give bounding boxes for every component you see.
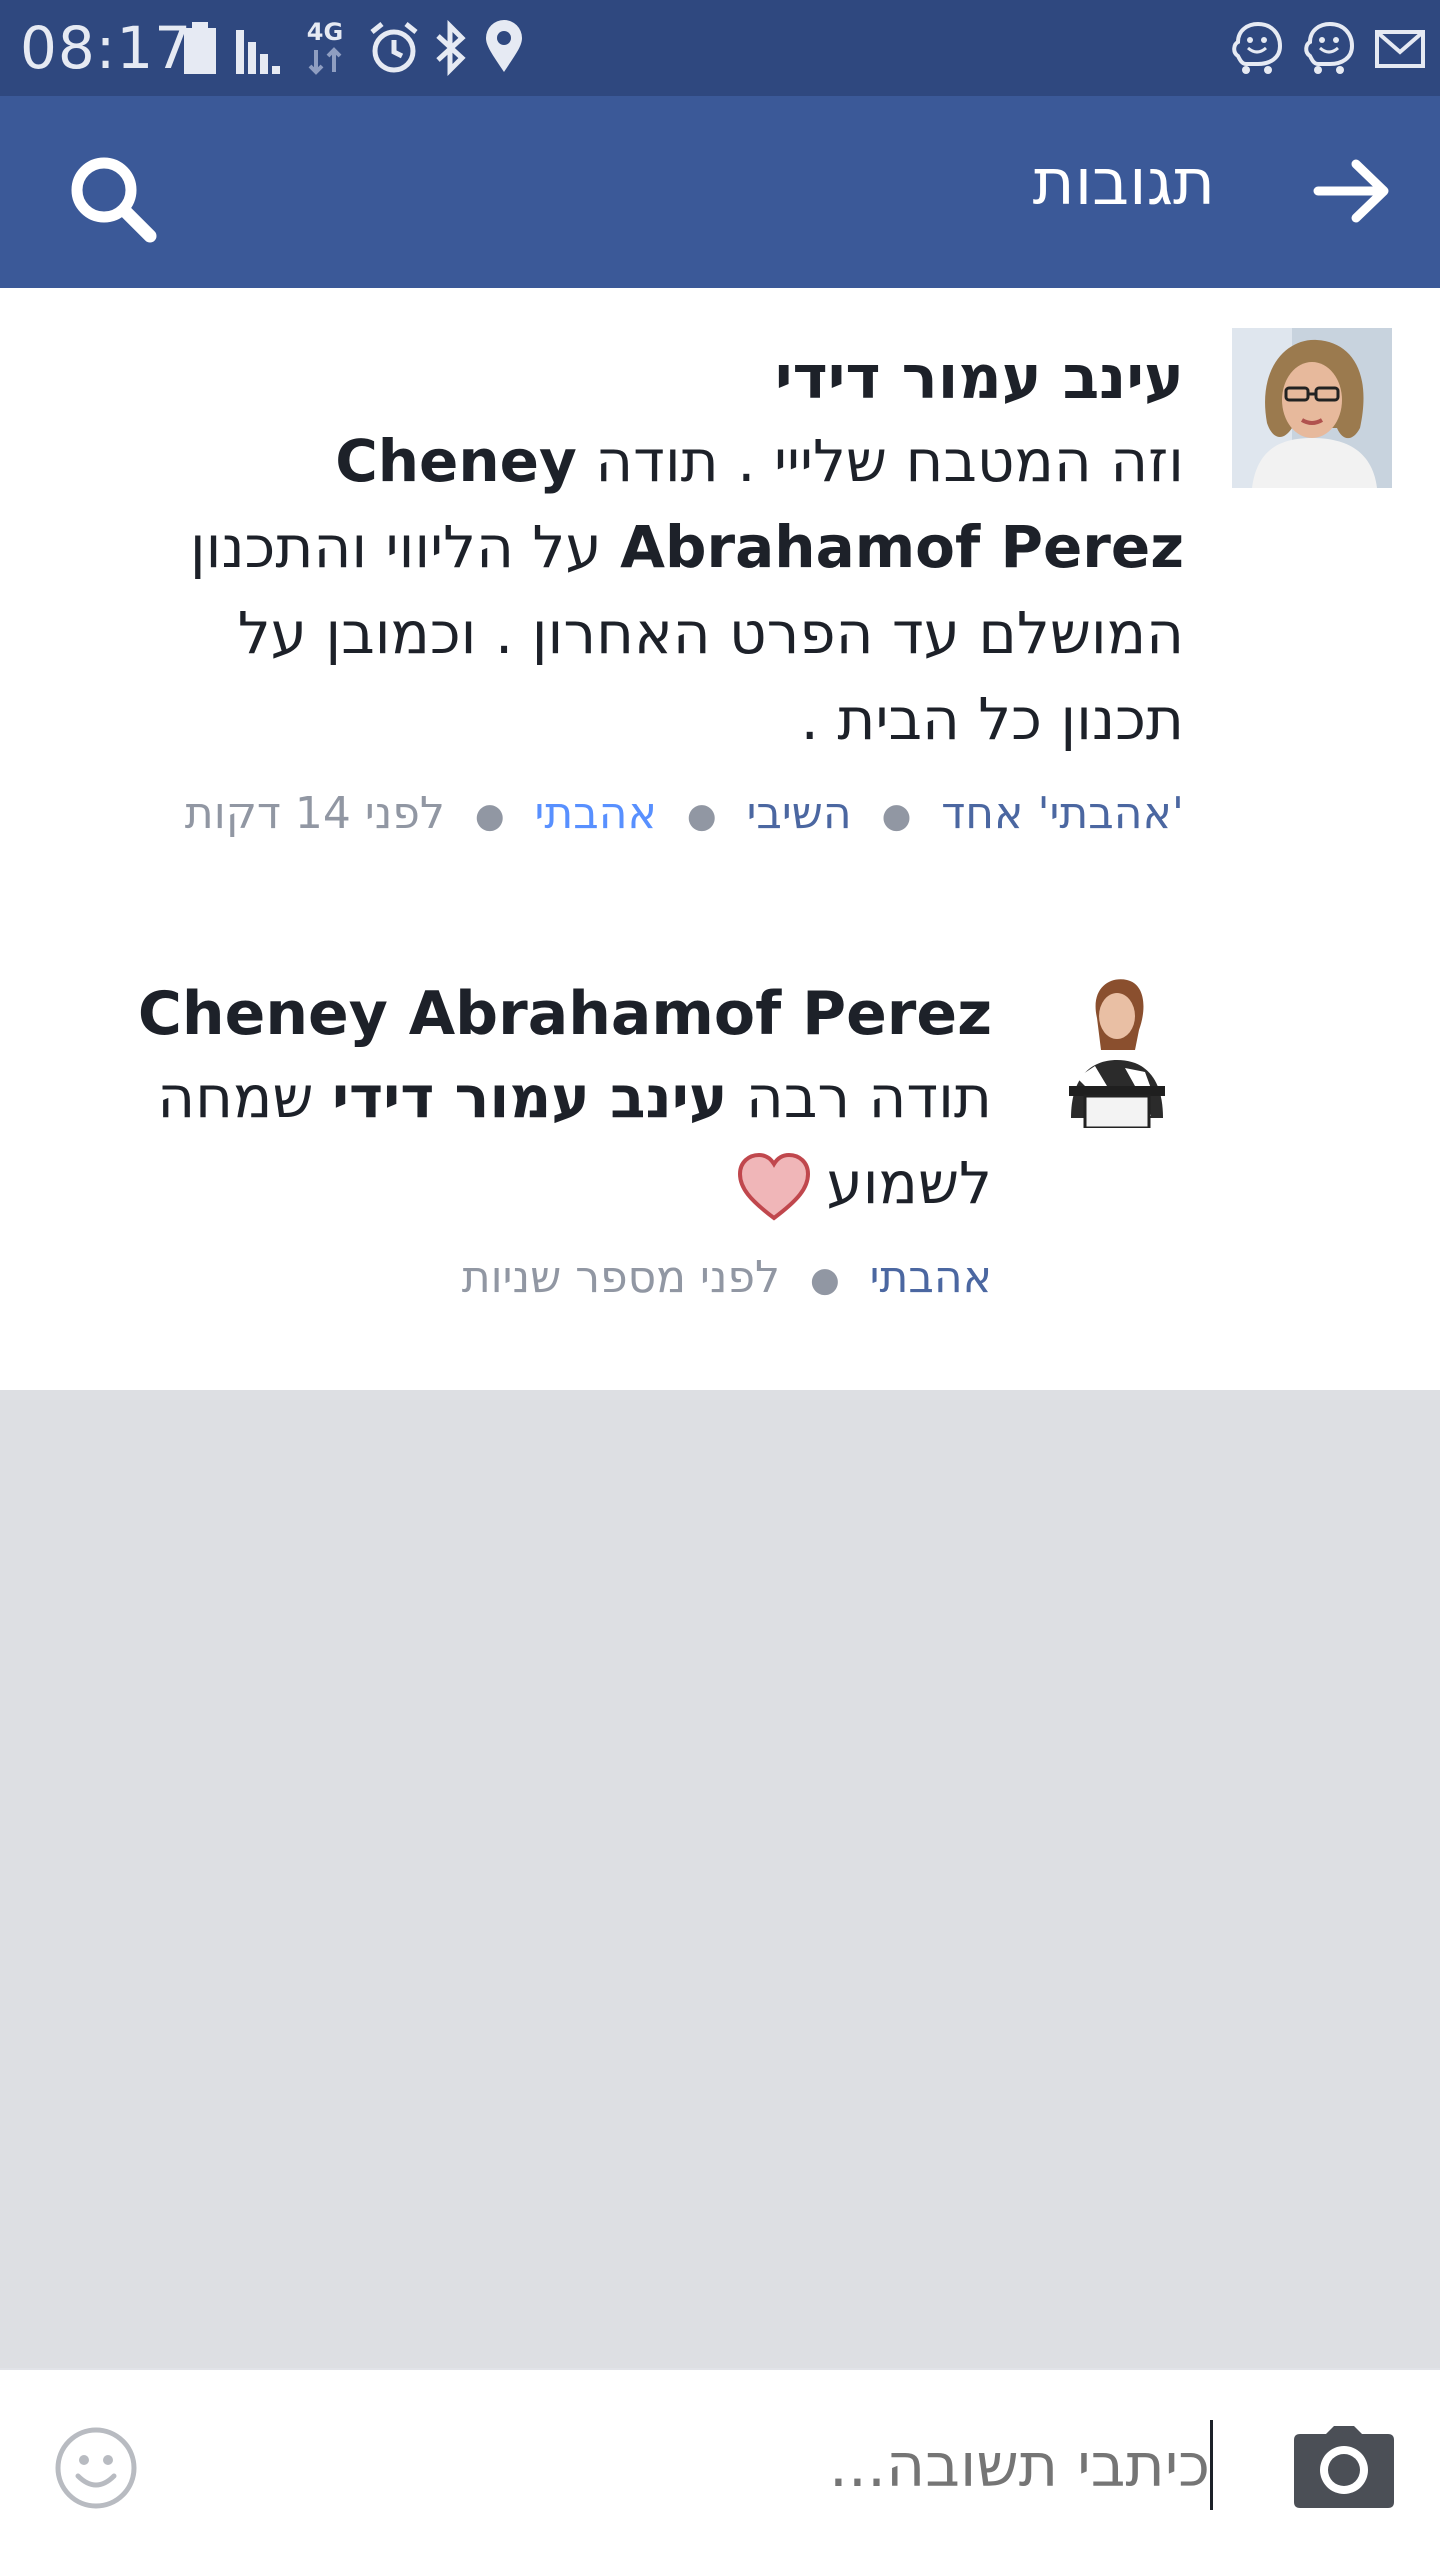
- location-icon: [486, 20, 522, 72]
- status-time: 08:17: [20, 14, 193, 82]
- reply-comment: Cheney Abrahamof Perez תודה רבה עינב עמו…: [72, 974, 992, 1310]
- reply-button[interactable]: השיבי: [747, 788, 852, 839]
- comment-time: לפני 14 דקות: [184, 788, 445, 839]
- battery-icon: [184, 22, 216, 74]
- network-4g-icon: 4G: [300, 18, 350, 78]
- like-button[interactable]: אהבתי: [535, 788, 657, 839]
- comment-text-part: תודה רבה: [727, 1063, 992, 1131]
- separator-dot: ●: [881, 796, 912, 836]
- status-bar: 08:17 4G: [0, 0, 1440, 96]
- comment-text-part: וזה המטבח שלייי . תודה: [576, 427, 1184, 495]
- comment-author[interactable]: Cheney Abrahamof Perez: [72, 974, 992, 1054]
- profile-photo: [1035, 968, 1195, 1128]
- back-arrow-icon[interactable]: [1312, 156, 1392, 226]
- bluetooth-icon: [436, 20, 466, 76]
- comments-list: עינב עמור דידי וזה המטבח שלייי . תודה Ch…: [0, 288, 1440, 1390]
- comment-meta: 'אהבתי' אחד ● השיבי ● אהבתי ● לפני 14 דקות: [104, 784, 1184, 846]
- profile-photo: [1232, 328, 1392, 488]
- page-title: תגובות: [1032, 146, 1215, 220]
- reactions-count-link[interactable]: 'אהבתי' אחד: [941, 788, 1184, 839]
- heart-emoji-icon: [738, 1152, 811, 1221]
- reply-bar: [0, 2368, 1440, 2562]
- camera-icon[interactable]: [1292, 2424, 1396, 2510]
- data-arrows-icon: [308, 47, 342, 75]
- comment: עינב עמור דידי וזה המטבח שלייי . תודה Ch…: [104, 338, 1184, 846]
- avatar[interactable]: [1035, 968, 1195, 1128]
- comment-text: תודה רבה עינב עמור דידי שמחה לשמוע: [72, 1054, 992, 1226]
- waze-icon-2: [1304, 21, 1355, 74]
- like-button[interactable]: אהבתי: [870, 1252, 992, 1303]
- emoji-smiley-icon[interactable]: [54, 2426, 138, 2510]
- text-caret: [1210, 2420, 1213, 2510]
- comment-text: וזה המטבח שלייי . תודה Cheney Abrahamof …: [104, 418, 1184, 762]
- app-bar: תגובות: [0, 96, 1440, 288]
- reply-input[interactable]: [230, 2416, 1210, 2516]
- network-label: 4G: [306, 18, 344, 46]
- gmail-icon: [1375, 30, 1425, 68]
- alarm-icon: [370, 22, 418, 73]
- waze-icon: [1232, 21, 1283, 74]
- signal-icon: [236, 30, 280, 74]
- avatar[interactable]: [1232, 328, 1392, 488]
- comment-meta: אהבתי ● לפני מספר שניות: [72, 1248, 992, 1310]
- separator-dot: ●: [474, 796, 505, 836]
- separator-dot: ●: [686, 796, 717, 836]
- comment-time: לפני מספר שניות: [461, 1252, 780, 1303]
- separator-dot: ●: [809, 1260, 840, 1300]
- comment-author[interactable]: עינב עמור דידי: [104, 338, 1184, 418]
- search-icon[interactable]: [64, 150, 160, 246]
- mention-link[interactable]: עינב עמור דידי: [332, 1063, 728, 1131]
